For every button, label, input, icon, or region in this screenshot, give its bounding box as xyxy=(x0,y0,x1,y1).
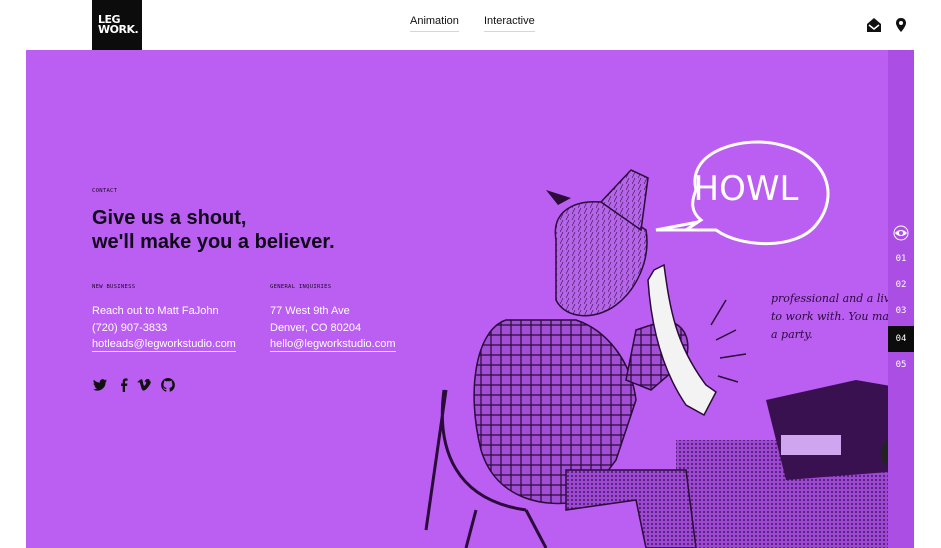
twitter-icon[interactable] xyxy=(92,377,108,393)
new-business-email-link[interactable]: hotleads@legworkstudio.com xyxy=(92,338,236,352)
contact-eyebrow: CONTACT xyxy=(92,188,118,194)
address-line-2: Denver, CO 80204 xyxy=(270,321,362,334)
pager-item-01[interactable]: 01 xyxy=(888,254,914,264)
nav-animation-label: Animation xyxy=(410,15,459,32)
nav-interactive-label: Interactive xyxy=(484,15,535,32)
section-sidebar xyxy=(888,50,914,548)
new-business-details: Reach out to Matt FaJohn (720) 907-3833 … xyxy=(92,303,236,353)
general-email-link[interactable]: hello@legworkstudio.com xyxy=(270,338,396,352)
nav-interactive[interactable]: Interactive xyxy=(484,15,535,32)
headline-line-1: Give us a shout, xyxy=(92,207,247,229)
new-business-contact: Reach out to Matt FaJohn xyxy=(92,305,219,317)
pager-item-03[interactable]: 03 xyxy=(888,306,914,316)
new-business-label: NEW BUSINESS xyxy=(92,284,136,290)
new-business-phone[interactable]: (720) 907-3833 xyxy=(92,320,236,337)
general-inquiries-details: 77 West 9th Ave Denver, CO 80204 hello@l… xyxy=(270,303,396,353)
speech-bubble-text: HOWL xyxy=(694,169,799,209)
site-header: LEG WORK. Animation Interactive xyxy=(0,0,941,50)
facebook-icon[interactable] xyxy=(116,377,132,393)
pager-item-04[interactable]: 04 xyxy=(888,326,914,352)
map-pin-icon[interactable] xyxy=(893,17,909,33)
headline-line-2: we'll make you a believer. xyxy=(92,231,335,253)
github-icon[interactable] xyxy=(160,377,176,393)
contact-section: CONTACT Give us a shout, we'll make you … xyxy=(26,50,914,548)
note-line-3: a party. xyxy=(771,328,813,341)
right-margin xyxy=(914,50,941,548)
logo-line-2: WORK. xyxy=(98,23,139,36)
address-line-1: 77 West 9th Ave xyxy=(270,305,350,317)
note-line-2: to work with. You make xyxy=(771,310,903,323)
legwork-logo[interactable]: LEG WORK. xyxy=(92,0,142,50)
werewolf-illustration: HOWL professional and a living to work w… xyxy=(424,140,914,548)
contact-headline: Give us a shout, we'll make you a believ… xyxy=(92,206,335,254)
pager-item-05[interactable]: 05 xyxy=(888,360,914,370)
eye-icon[interactable] xyxy=(892,224,910,242)
pager-item-02[interactable]: 02 xyxy=(888,280,914,290)
general-inquiries-label: GENERAL INQUIRIES xyxy=(270,284,332,290)
envelope-icon[interactable] xyxy=(866,17,882,33)
vimeo-icon[interactable] xyxy=(136,377,152,393)
nav-animation[interactable]: Animation xyxy=(410,15,459,32)
